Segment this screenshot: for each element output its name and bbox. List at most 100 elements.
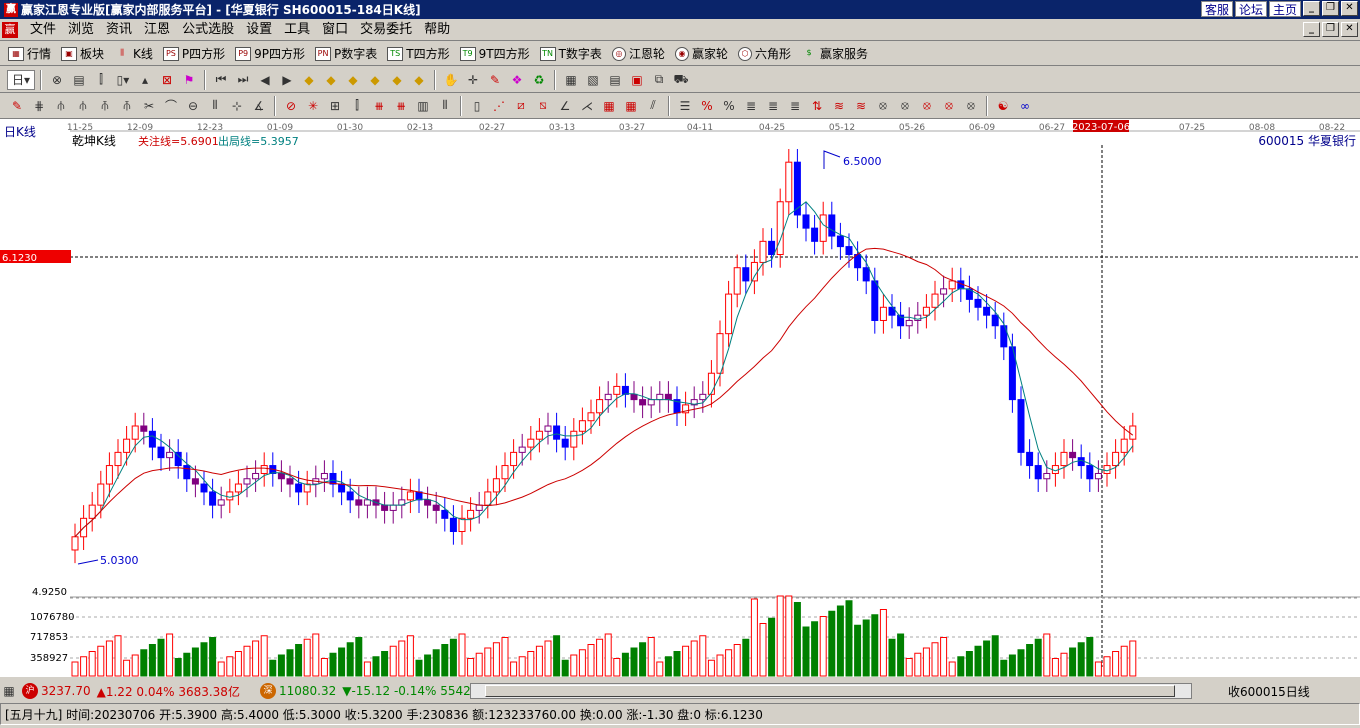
draw-grid2-icon[interactable]: ▦: [599, 96, 619, 116]
draw-circle-icon[interactable]: ⊖: [183, 96, 203, 116]
cursor-icon[interactable]: ▴: [135, 70, 155, 90]
draw-fork4-icon[interactable]: ⫚: [117, 96, 137, 116]
indicator-icon[interactable]: ⊗: [47, 70, 67, 90]
close-button[interactable]: ✕: [1341, 1, 1358, 16]
draw-level-icon[interactable]: ≣: [741, 96, 761, 116]
toolbar-gann-wheel[interactable]: ◎ 江恩轮: [611, 45, 665, 62]
draw-pen-icon[interactable]: ✎: [7, 96, 27, 116]
crosshair-icon[interactable]: ✛: [463, 70, 483, 90]
prev-icon[interactable]: ◀: [255, 70, 275, 90]
zoom-in-icon[interactable]: ◆: [299, 70, 319, 90]
draw-wave2-icon[interactable]: ≋: [851, 96, 871, 116]
mdi-restore-button[interactable]: ❐: [1322, 22, 1339, 37]
menu-trade[interactable]: 交易委托: [354, 20, 418, 40]
toolbar-kline[interactable]: ⫼ K线: [114, 45, 153, 62]
stats-icon[interactable]: ❖: [507, 70, 527, 90]
calendar-icon[interactable]: ▦: [561, 70, 581, 90]
calculator-icon[interactable]: ▦: [1, 681, 17, 701]
diamond3-icon[interactable]: ◆: [387, 70, 407, 90]
draw-fork3-icon[interactable]: ⫚: [95, 96, 115, 116]
draw-parallel-icon[interactable]: ⫽: [643, 96, 663, 116]
pencil-icon[interactable]: ✎: [485, 70, 505, 90]
diamond4-icon[interactable]: ◆: [409, 70, 429, 90]
draw-scissor-icon[interactable]: ✂: [139, 96, 159, 116]
toolbar-sector[interactable]: ▣ 板块: [61, 45, 104, 62]
draw-percent2-icon[interactable]: %: [719, 96, 739, 116]
draw-level3-icon[interactable]: ≣: [785, 96, 805, 116]
draw-fib4-icon[interactable]: ⦻: [939, 96, 959, 116]
menu-help[interactable]: 帮助: [418, 20, 456, 40]
draw-fib2-icon[interactable]: ⦻: [895, 96, 915, 116]
draw-fib-icon[interactable]: ⦻: [873, 96, 893, 116]
draw-columns-icon[interactable]: ⫴: [435, 96, 455, 116]
draw-bars-icon[interactable]: ⫿: [347, 96, 367, 116]
menu-tools[interactable]: 工具: [278, 20, 316, 40]
diamond2-icon[interactable]: ◆: [365, 70, 385, 90]
draw-step-icon[interactable]: ⊹: [227, 96, 247, 116]
draw-star-icon[interactable]: ✳: [303, 96, 323, 116]
menu-formula[interactable]: 公式选股: [176, 20, 240, 40]
draw-lines-icon[interactable]: ⦀: [205, 96, 225, 116]
draw-arrow-icon[interactable]: ⇅: [807, 96, 827, 116]
report-icon[interactable]: ▤: [605, 70, 625, 90]
hand-icon[interactable]: ✋: [441, 70, 461, 90]
toolbar-service[interactable]: $ 赢家服务: [801, 45, 868, 62]
draw-grid-icon[interactable]: ⋕: [29, 96, 49, 116]
network-icon[interactable]: ⧉: [649, 70, 669, 90]
kline-chart[interactable]: 11-25 12-09 12-23 01-09 01-30 02-13 02-27 03-13…: [0, 119, 1360, 677]
draw-percent-icon[interactable]: %: [697, 96, 717, 116]
toolbar-9psquare[interactable]: P9 9P四方形: [235, 45, 305, 62]
next-icon[interactable]: ▶: [277, 70, 297, 90]
draw-fan3-icon[interactable]: ⧅: [533, 96, 553, 116]
draw-grid3-icon[interactable]: ▦: [621, 96, 641, 116]
menu-gann[interactable]: 江恩: [138, 20, 176, 40]
sz-index[interactable]: 深 11080.32 ▼-15.12 -0.14% 5542.3: [259, 683, 482, 699]
last-icon[interactable]: ⏭: [233, 70, 253, 90]
home-link[interactable]: 主页: [1268, 1, 1301, 17]
draw-level2-icon[interactable]: ≣: [763, 96, 783, 116]
draw-fork2-icon[interactable]: ⫛: [73, 96, 93, 116]
draw-box-icon[interactable]: ⊞: [325, 96, 345, 116]
draw-list-icon[interactable]: ☰: [675, 96, 695, 116]
gann-icon[interactable]: ⊠: [157, 70, 177, 90]
menu-settings[interactable]: 设置: [240, 20, 278, 40]
draw-arc-icon[interactable]: ⌒: [161, 96, 181, 116]
draw-fan4-icon[interactable]: ∠: [555, 96, 575, 116]
menu-info[interactable]: 资讯: [100, 20, 138, 40]
draw-rect-icon[interactable]: ▯: [467, 96, 487, 116]
calc-icon[interactable]: ▧: [583, 70, 603, 90]
sh-index[interactable]: 沪 3237.70 ▲1.22 0.04% 3683.38亿: [22, 683, 240, 700]
draw-angle-icon[interactable]: ∡: [249, 96, 269, 116]
period-select[interactable]: 日▾: [7, 69, 35, 90]
flag-icon[interactable]: ⚑: [179, 70, 199, 90]
candle-icon[interactable]: ⫿: [91, 70, 111, 90]
restore-button[interactable]: ❐: [1322, 1, 1339, 16]
toolbar-9tsquare[interactable]: T9 9T四方形: [459, 45, 530, 62]
menu-browse[interactable]: 浏览: [62, 20, 100, 40]
app-menu-icon[interactable]: 赢: [2, 22, 18, 38]
service-link[interactable]: 客服: [1200, 1, 1233, 17]
recycle-icon[interactable]: ♻: [529, 70, 549, 90]
yin-yang-icon[interactable]: ☯: [993, 96, 1013, 116]
toolbar-hexagon[interactable]: ⬡ 六角形: [737, 45, 791, 62]
zoom-out-icon[interactable]: ◆: [321, 70, 341, 90]
draw-fan-icon[interactable]: ⋰: [489, 96, 509, 116]
infinity-icon[interactable]: ∞: [1015, 96, 1035, 116]
first-icon[interactable]: ⏮: [211, 70, 231, 90]
draw-ladder-icon[interactable]: ⧻: [369, 96, 389, 116]
toolbar-quote[interactable]: ▦ 行情: [8, 45, 51, 62]
window-icon[interactable]: ▤: [69, 70, 89, 90]
draw-fib5-icon[interactable]: ⦻: [961, 96, 981, 116]
forum-link[interactable]: 论坛: [1234, 1, 1267, 17]
toolbar-tsquare[interactable]: TS T四方形: [387, 45, 450, 62]
draw-fib3-icon[interactable]: ⦻: [917, 96, 937, 116]
minimize-button[interactable]: _: [1303, 1, 1320, 16]
toolbar-ttable[interactable]: TN T数字表: [539, 45, 602, 62]
scrollbar-thumb[interactable]: [485, 685, 1175, 697]
draw-wave-icon[interactable]: ≋: [829, 96, 849, 116]
bar-icon[interactable]: ▯▾: [113, 70, 133, 90]
draw-table-icon[interactable]: ▥: [413, 96, 433, 116]
diamond-icon[interactable]: ◆: [343, 70, 363, 90]
chart-scrollbar[interactable]: [470, 683, 1192, 699]
menu-file[interactable]: 文件: [24, 20, 62, 40]
